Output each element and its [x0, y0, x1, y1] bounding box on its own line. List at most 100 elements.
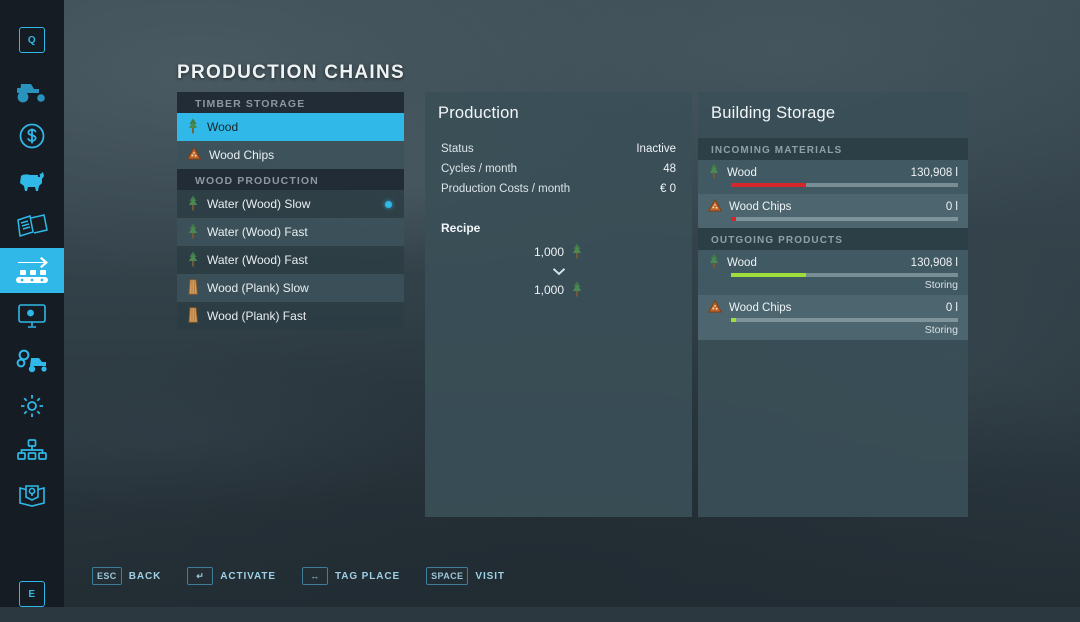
tree-log-icon	[187, 195, 199, 214]
help-action[interactable]: ESC BACK	[92, 567, 161, 585]
list-item-label: Water (Wood) Fast	[207, 253, 308, 267]
tree-log-icon	[187, 251, 199, 270]
finances-dollar-icon	[18, 122, 46, 150]
storage-row-top: Wood 130,908 l	[708, 255, 958, 270]
left-right-arrow-key-icon: ↔	[302, 567, 328, 585]
production-list-panel: TIMBER STORAGEWoodWood ChipsWOOD PRODUCT…	[177, 92, 404, 330]
map-overview-icon	[17, 302, 47, 330]
wood-chips-icon	[187, 147, 201, 163]
tree-log-icon	[187, 223, 199, 242]
tree-log-icon	[571, 281, 583, 300]
enter-key-icon: ↵	[187, 567, 213, 585]
production-stat-value: Inactive	[636, 143, 676, 155]
tree-log-icon	[708, 163, 720, 182]
sidebar-item-quest-marker[interactable]: Q	[0, 12, 64, 68]
help-action[interactable]: ↔ TAG PLACE	[302, 567, 400, 585]
production-detail-panel: Production StatusInactiveCycles / month4…	[425, 92, 692, 517]
help-action-label: ACTIVATE	[220, 571, 276, 582]
storage-item-name: Wood	[727, 167, 757, 179]
help-action[interactable]: ↵ ACTIVATE	[187, 567, 276, 585]
wood-chips-icon	[708, 300, 722, 316]
storage-row-status: Storing	[708, 322, 958, 336]
tree-log-icon	[708, 253, 720, 272]
left-sidebar: QE	[0, 0, 64, 607]
list-item[interactable]: Water (Wood) Fast	[177, 246, 404, 274]
esc-key-icon: ESC	[92, 567, 122, 585]
production-stat-value: € 0	[660, 183, 676, 195]
production-stat-row: Production Costs / month€ 0	[425, 179, 692, 199]
production-stats-list: StatusInactiveCycles / month48Production…	[425, 139, 692, 199]
recipe-input-row: 1,000	[425, 241, 692, 263]
contracts-papers-icon	[14, 212, 50, 240]
sidebar-item-tractor[interactable]	[0, 68, 64, 113]
sidebar-item-production-conveyor[interactable]	[0, 248, 64, 293]
storage-row[interactable]: Wood Chips 0 l	[698, 194, 968, 228]
list-item[interactable]: Wood Chips	[177, 141, 404, 169]
help-action[interactable]: SPACEVISIT	[426, 567, 505, 585]
storage-item-amount: 0 l	[946, 302, 958, 314]
storage-row[interactable]: Wood 130,908 l Storing	[698, 250, 968, 295]
storage-row-top: Wood 130,908 l	[708, 165, 958, 180]
list-item-label: Water (Wood) Fast	[207, 225, 308, 239]
gear-settings-icon	[18, 392, 46, 420]
storage-section-header: OUTGOING PRODUCTS	[698, 228, 968, 250]
storage-row[interactable]: Wood 130,908 l	[698, 160, 968, 194]
wood-chips-icon	[708, 199, 722, 215]
wood-plank-icon	[187, 279, 199, 298]
storage-item-name: Wood	[727, 257, 757, 269]
sidebar-item-help-book[interactable]	[0, 473, 64, 518]
storage-fill-bar	[731, 183, 958, 187]
production-stat-row: Cycles / month48	[425, 159, 692, 179]
production-conveyor-icon	[12, 255, 52, 287]
list-item[interactable]: Wood	[177, 113, 404, 141]
recipe-body: 1,000 1,000	[425, 241, 692, 301]
storage-item-amount: 0 l	[946, 201, 958, 213]
tree-log-icon	[571, 243, 583, 262]
storage-fill-bar-value	[731, 273, 806, 277]
chevron-down-icon	[425, 263, 692, 279]
recipe-output-amount: 1,000	[534, 283, 564, 297]
animals-cow-icon	[14, 167, 50, 195]
vehicle-settings-icon	[13, 347, 51, 375]
storage-fill-bar-value	[731, 217, 736, 221]
storage-row-status: Storing	[708, 277, 958, 291]
sidebar-item-finances-dollar[interactable]	[0, 113, 64, 158]
storage-item-amount: 130,908 l	[911, 167, 958, 179]
list-item[interactable]: Wood (Plank) Fast	[177, 302, 404, 330]
storage-item-amount: 130,908 l	[911, 257, 958, 269]
storage-row[interactable]: Wood Chips 0 l Storing	[698, 295, 968, 340]
list-item-label: Wood Chips	[209, 148, 274, 162]
sidebar-item-construction-tree[interactable]	[0, 428, 64, 473]
storage-fill-bar	[731, 217, 958, 221]
tree-log-icon	[187, 118, 199, 137]
production-panel-title: Production	[425, 92, 692, 123]
storage-row-spacer	[708, 187, 958, 190]
sidebar-item-vehicle-settings[interactable]	[0, 338, 64, 383]
storage-row-top: Wood Chips 0 l	[708, 300, 958, 315]
sidebar-item-map-overview[interactable]	[0, 293, 64, 338]
building-storage-panel: Building Storage INCOMING MATERIALS Wood…	[698, 92, 968, 517]
list-item[interactable]: Water (Wood) Slow	[177, 190, 404, 218]
bottom-help-bar: ESC BACK ↵ ACTIVATE ↔ TAG PLACE SPACEVISIT	[92, 567, 505, 585]
list-section-header: WOOD PRODUCTION	[177, 169, 404, 190]
wood-plank-icon	[187, 307, 199, 326]
storage-item-name: Wood Chips	[729, 201, 791, 213]
help-action-label: TAG PLACE	[335, 571, 400, 582]
list-item-label: Wood (Plank) Fast	[207, 309, 306, 323]
help-action-label: BACK	[129, 571, 162, 582]
list-item[interactable]: Wood (Plank) Slow	[177, 274, 404, 302]
recipe-output-row: 1,000	[425, 279, 692, 301]
active-production-dot-icon	[385, 201, 392, 208]
key-e-icon: E	[19, 581, 45, 607]
list-item-label: Wood	[207, 120, 238, 134]
production-stat-row: StatusInactive	[425, 139, 692, 159]
sidebar-item-key-e[interactable]: E	[0, 566, 64, 622]
sidebar-item-gear-settings[interactable]	[0, 383, 64, 428]
sidebar-item-contracts-papers[interactable]	[0, 203, 64, 248]
sidebar-item-animals-cow[interactable]	[0, 158, 64, 203]
page-title: PRODUCTION CHAINS	[177, 62, 405, 84]
help-action-label: VISIT	[475, 571, 505, 582]
storage-fill-bar-value	[731, 318, 736, 322]
list-item-label: Wood (Plank) Slow	[207, 281, 309, 295]
list-item[interactable]: Water (Wood) Fast	[177, 218, 404, 246]
